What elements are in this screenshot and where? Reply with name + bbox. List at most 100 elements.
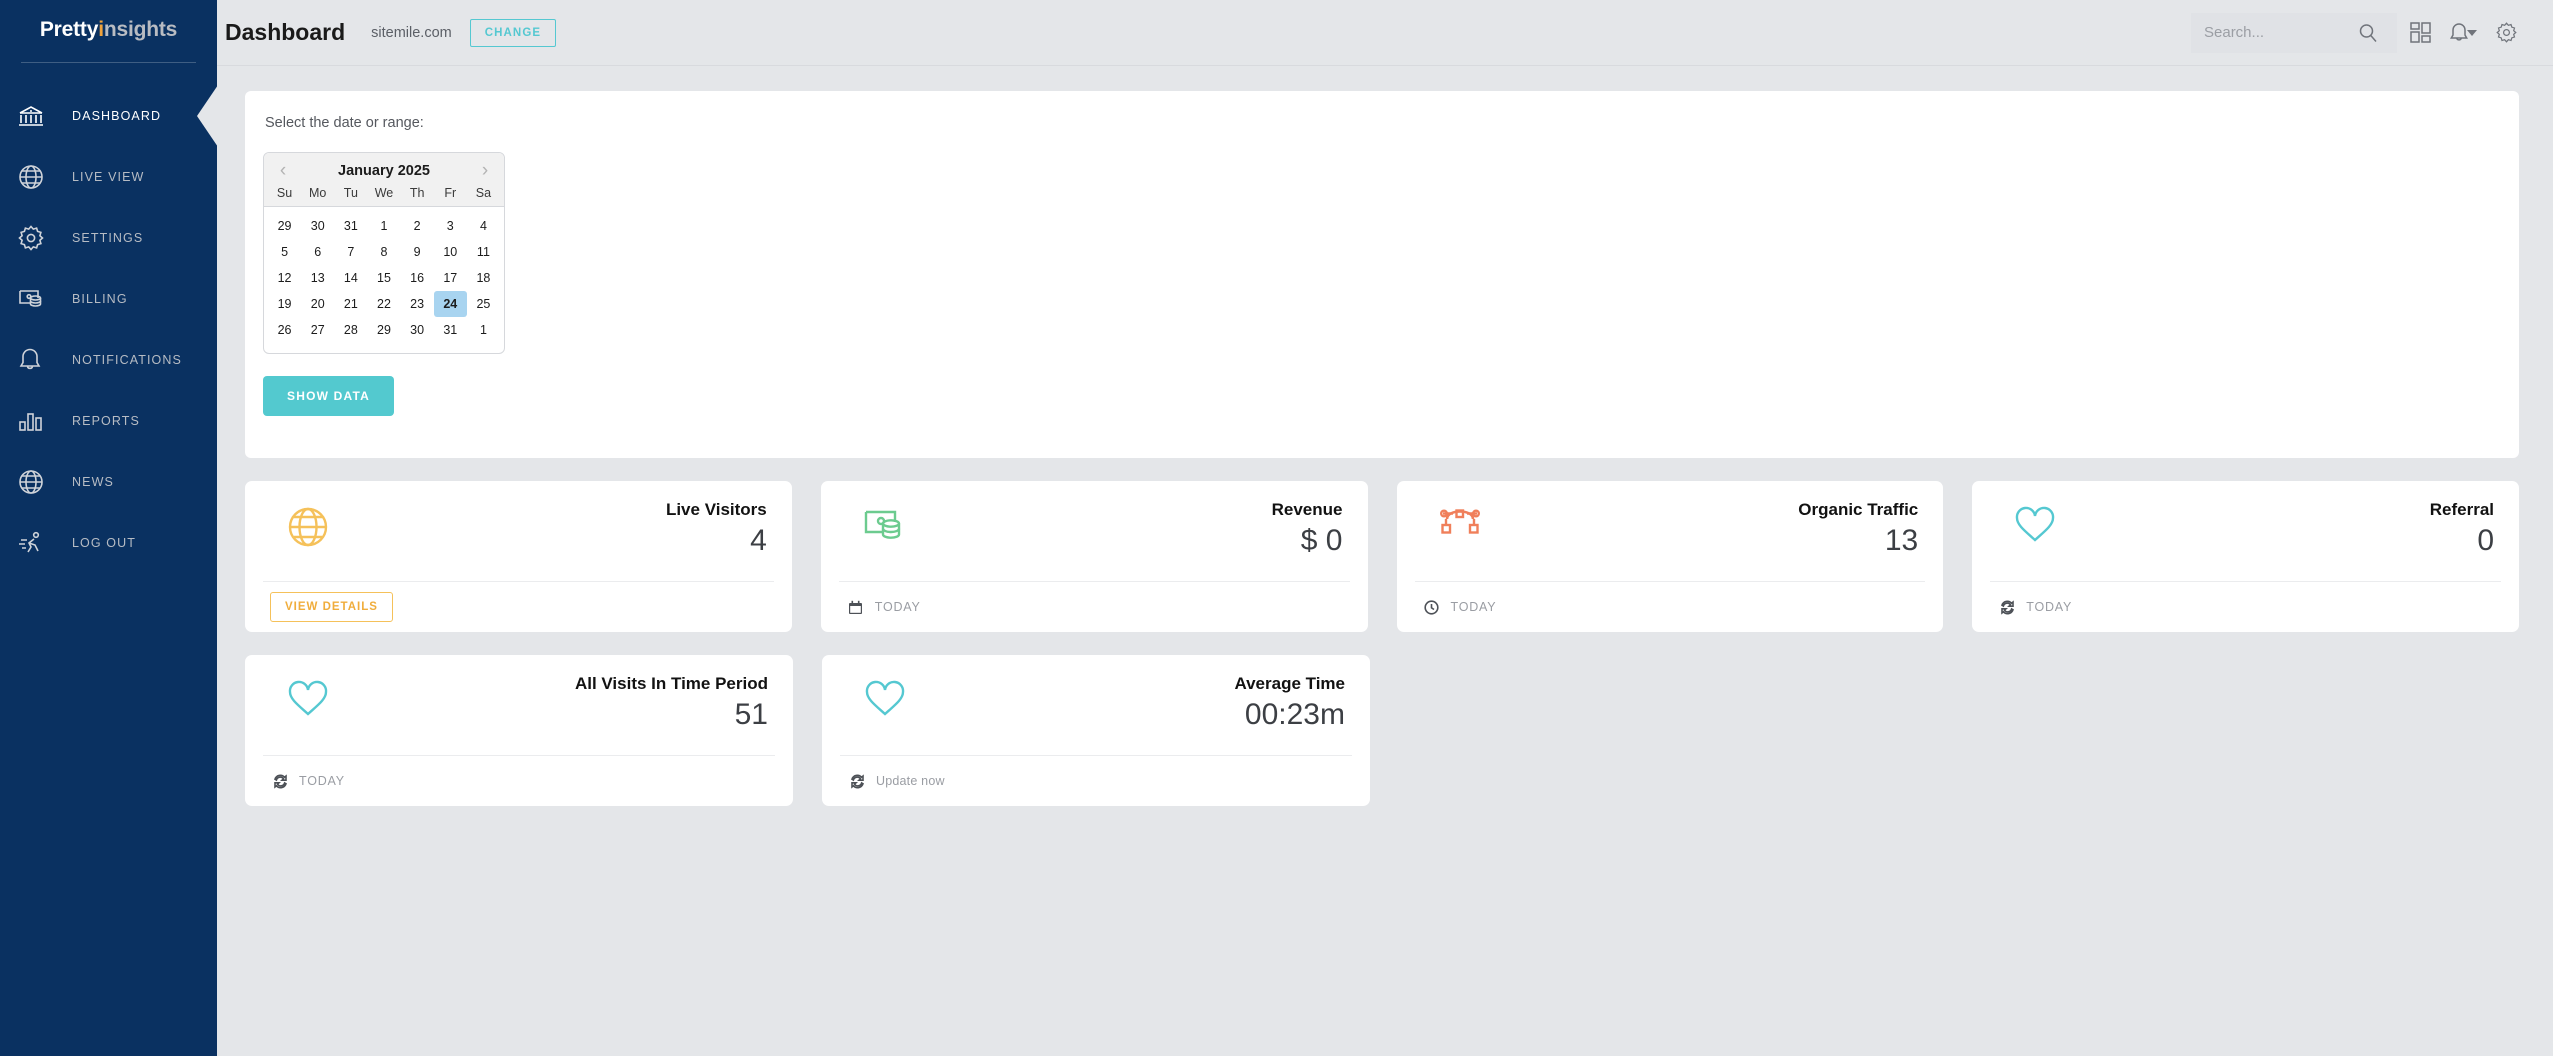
calendar-day[interactable]: 31 [334, 213, 367, 239]
calendar-next-month-button[interactable]: › [476, 161, 494, 180]
calendar-week-row: 5 6 7 8 9 10 11 [268, 239, 500, 265]
sidebar-item-notifications[interactable]: NOTIFICATIONS [0, 329, 217, 390]
calendar-day[interactable]: 31 [434, 317, 467, 343]
sidebar-divider [21, 62, 196, 63]
sidebar-item-label: NOTIFICATIONS [72, 352, 182, 367]
calendar-day[interactable]: 19 [268, 291, 301, 317]
calendar-day[interactable]: 16 [401, 265, 434, 291]
chevron-down-icon[interactable] [2467, 29, 2477, 36]
sidebar-item-news[interactable]: NEWS [0, 451, 217, 512]
calendar-day[interactable]: 1 [467, 317, 500, 343]
sidebar-item-reports[interactable]: REPORTS [0, 390, 217, 451]
bell-icon [18, 343, 56, 377]
calendar-day[interactable]: 10 [434, 239, 467, 265]
stat-card-title: Referral [2429, 500, 2494, 519]
calendar-day[interactable]: 5 [268, 239, 301, 265]
row2-spacer [1974, 655, 2520, 806]
globe-icon [18, 465, 56, 499]
search-box[interactable] [2191, 12, 2397, 53]
stat-card-footer-label: TODAY [874, 600, 921, 615]
row2-spacer [1399, 655, 1945, 806]
brand-name-secondary: nsights [103, 18, 178, 41]
calendar-day[interactable]: 20 [301, 291, 334, 317]
date-picker-calendar[interactable]: ‹ January 2025 › Su Mo Tu We Th Fr Sa 29 [263, 152, 505, 354]
calendar-day[interactable]: 25 [467, 291, 500, 317]
calendar-day[interactable]: 11 [467, 239, 500, 265]
search-icon[interactable] [2354, 13, 2382, 53]
heart-icon [270, 674, 330, 724]
calendar-day[interactable]: 6 [301, 239, 334, 265]
calendar-day[interactable]: 23 [401, 291, 434, 317]
stat-card-footer-label: TODAY [2026, 600, 2073, 615]
change-site-button[interactable]: CHANGE [469, 18, 557, 47]
calendar-prev-month-button[interactable]: ‹ [274, 161, 292, 180]
calendar-weekday-row: Su Mo Tu We Th Fr Sa [264, 186, 504, 200]
sidebar-item-settings[interactable]: SETTINGS [0, 207, 217, 268]
weekday-header: Tu [343, 186, 358, 200]
stat-card-value: 0 [2477, 524, 2494, 558]
calendar-day[interactable]: 21 [334, 291, 367, 317]
calendar-day[interactable]: 17 [434, 265, 467, 291]
site-domain-label: sitemile.com [371, 24, 452, 41]
calendar-day[interactable]: 29 [268, 213, 301, 239]
calendar-day[interactable]: 30 [401, 317, 434, 343]
calendar-month-title: January 2025 [338, 162, 430, 179]
calendar-day[interactable]: 18 [467, 265, 500, 291]
stat-card-title: Organic Traffic [1798, 500, 1919, 519]
stat-card-value: 51 [734, 698, 768, 732]
calendar-day[interactable]: 1 [367, 213, 400, 239]
show-data-button[interactable]: SHOW DATA [263, 376, 395, 416]
calendar-day[interactable]: 4 [467, 213, 500, 239]
view-details-button[interactable]: VIEW DETAILS [270, 592, 393, 623]
calendar-day[interactable]: 28 [334, 317, 367, 343]
calendar-day[interactable]: 8 [367, 239, 400, 265]
sidebar-nav: DASHBOARD LIVE VIEW SETTINGS BILLING NOT… [0, 84, 218, 573]
calendar-day[interactable]: 26 [268, 317, 301, 343]
stat-card-title: Revenue [1271, 500, 1343, 519]
calendar-day[interactable]: 14 [334, 265, 367, 291]
brand-name-primary: Pretty [39, 18, 99, 41]
sidebar-item-label: BILLING [72, 291, 128, 306]
refresh-icon [1997, 598, 2017, 616]
calendar-day[interactable]: 27 [301, 317, 334, 343]
stat-card-footer-label: TODAY [1450, 600, 1497, 615]
calendar-day[interactable]: 29 [367, 317, 400, 343]
refresh-icon[interactable] [847, 772, 867, 790]
calendar-day[interactable]: 22 [367, 291, 400, 317]
sidebar-item-billing[interactable]: BILLING [0, 268, 217, 329]
sidebar-item-label: LIVE VIEW [72, 169, 145, 184]
calendar-day[interactable]: 15 [367, 265, 400, 291]
bar-chart-icon [18, 404, 56, 438]
sidebar-item-dashboard[interactable]: DASHBOARD [0, 84, 218, 147]
calendar-day[interactable]: 9 [401, 239, 434, 265]
calendar-week-row: 19 20 21 22 23 24 25 [268, 291, 500, 317]
stat-cards-row-1: Live Visitors 4 VIEW DETAILS Revenue $ 0 [245, 481, 2519, 632]
calendar-day[interactable]: 12 [268, 265, 301, 291]
stat-card-title: All Visits In Time Period [574, 674, 768, 693]
bank-icon [18, 99, 56, 133]
active-indicator-arrow [197, 84, 218, 147]
search-input[interactable] [2204, 24, 2354, 41]
calendar-day[interactable]: 7 [334, 239, 367, 265]
update-now-link[interactable]: Update now [876, 774, 945, 788]
calendar-day[interactable]: 3 [434, 213, 467, 239]
sidebar-item-label: REPORTS [72, 413, 140, 428]
sidebar-item-log-out[interactable]: LOG OUT [0, 512, 217, 573]
calendar-day[interactable]: 13 [301, 265, 334, 291]
stat-card-revenue: Revenue $ 0 TODAY [820, 481, 1368, 632]
calendar-day-selected[interactable]: 24 [433, 291, 467, 317]
calendar-day[interactable]: 2 [401, 213, 434, 239]
stat-card-referral: Referral 0 TODAY [1972, 481, 2519, 632]
stat-card-live-visitors: Live Visitors 4 VIEW DETAILS [245, 481, 792, 632]
stat-card-value: 4 [750, 524, 767, 558]
weekday-header: We [374, 186, 394, 200]
main-content: Select the date or range: ‹ January 2025… [217, 66, 2553, 1056]
sidebar-item-label: LOG OUT [72, 535, 136, 550]
stat-card-footer-label: TODAY [299, 774, 345, 789]
sidebar-item-live-view[interactable]: LIVE VIEW [0, 146, 217, 207]
sidebar-item-label: SETTINGS [72, 230, 144, 245]
gear-icon[interactable] [2483, 13, 2529, 53]
brand-logo[interactable]: Prettyinsights [0, 0, 217, 52]
grid-layout-icon[interactable] [2397, 13, 2443, 53]
calendar-day[interactable]: 30 [301, 213, 334, 239]
